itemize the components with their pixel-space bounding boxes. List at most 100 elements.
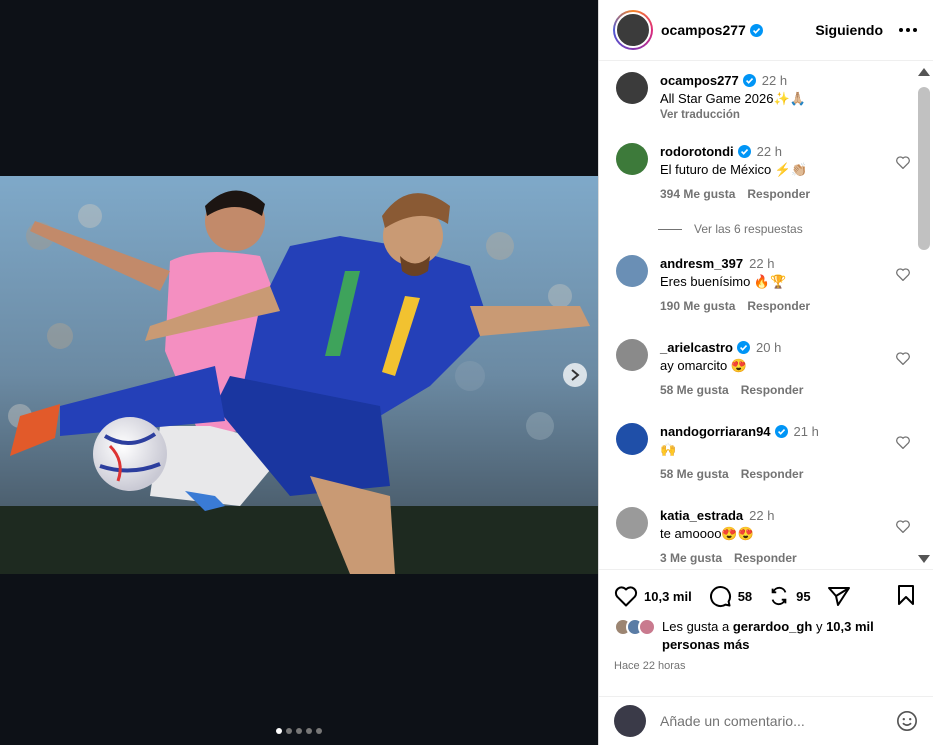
following-button[interactable]: Siguiendo (815, 22, 883, 38)
post-side-panel: ocampos277 Siguiendo ocampos277 22 h All … (598, 0, 933, 745)
liked-by-joiner: y (815, 619, 823, 634)
comment-like-count[interactable]: 58 Me gusta (660, 383, 729, 397)
comment-like-count[interactable]: 190 Me gusta (660, 299, 735, 313)
reply-button[interactable]: Responder (734, 551, 797, 565)
reply-button[interactable]: Responder (741, 467, 804, 481)
comment-item: nandogorriaran94 21 h 🙌 58 Me gusta Respon… (616, 423, 910, 481)
heart-icon[interactable] (895, 519, 911, 533)
carousel-dot (316, 728, 322, 734)
post-photo[interactable] (0, 176, 598, 574)
scrollbar-thumb[interactable] (918, 87, 930, 250)
carousel-next-button[interactable] (563, 363, 587, 387)
comment-item: katia_estrada 22 h te amoooo😍😍 3 Me gusta… (616, 507, 910, 565)
comment-text: 🙌 (660, 442, 677, 457)
view-replies-label: Ver las 6 respuestas (694, 222, 803, 236)
heart-icon (614, 586, 638, 607)
reply-button[interactable]: Responder (747, 187, 810, 201)
comment-text: El futuro de México ⚡️👏🏼 (660, 162, 808, 177)
comment-button[interactable]: 58 (708, 584, 752, 608)
comment-item: andresm_397 22 h Eres buenísimo 🔥🏆 190 Me… (616, 255, 910, 313)
comment-text: te amoooo😍😍 (660, 526, 754, 541)
comment-like-count[interactable]: 58 Me gusta (660, 467, 729, 481)
liked-by-text: Les gusta a gerardoo_gh y 10,3 mil perso… (662, 618, 918, 654)
comment-username[interactable]: nandogorriaran94 (660, 424, 771, 439)
translate-link[interactable]: Ver traducción (660, 109, 906, 121)
like-button[interactable]: 10,3 mil (614, 585, 692, 607)
verified-badge-icon (737, 145, 751, 158)
author-avatar[interactable] (613, 10, 653, 50)
caption-avatar[interactable] (616, 72, 648, 104)
comment-time: 21 h (793, 424, 819, 439)
comment-avatar[interactable] (616, 507, 648, 539)
comment-bubble-icon (709, 586, 731, 608)
media-pane (0, 0, 598, 745)
comment-time: 20 h (756, 340, 782, 355)
post-caption: ocampos277 22 h All Star Game 2026✨🙏🏼 Ver… (616, 72, 906, 121)
verified-badge-icon (749, 23, 763, 37)
comment-text: Eres buenísimo 🔥🏆 (660, 274, 787, 289)
comment-like-count[interactable]: 394 Me gusta (660, 187, 735, 201)
share-button[interactable] (827, 585, 851, 607)
comment-avatar[interactable] (616, 339, 648, 371)
liked-by-user[interactable]: gerardoo_gh (733, 619, 812, 634)
comment-avatar[interactable] (616, 423, 648, 455)
post-timestamp[interactable]: Hace 22 horas (614, 660, 686, 672)
post-header: ocampos277 Siguiendo (599, 0, 933, 61)
send-icon (827, 587, 850, 606)
reply-button[interactable]: Responder (747, 299, 810, 313)
comment-username[interactable]: katia_estrada (660, 508, 743, 523)
liked-by: Les gusta a gerardoo_gh y 10,3 mil perso… (614, 618, 918, 654)
repost-count: 95 (796, 588, 811, 604)
scroll-down-arrow[interactable] (918, 555, 930, 563)
comment-count: 58 (737, 588, 753, 604)
carousel-dot (286, 728, 292, 734)
liker-avatar (638, 618, 656, 636)
view-replies-button[interactable]: Ver las 6 respuestas (658, 222, 803, 236)
comment-time: 22 h (749, 256, 775, 271)
comment-item: rodorotondi 22 h El futuro de México ⚡️👏🏼… (616, 143, 910, 201)
more-options-icon[interactable] (899, 28, 919, 32)
repost-icon (771, 586, 787, 606)
liked-by-prefix: Les gusta a (662, 619, 730, 634)
add-comment-bar (599, 696, 933, 745)
verified-badge-icon (774, 425, 788, 438)
comment-input[interactable] (660, 713, 896, 729)
bookmark-icon (898, 584, 914, 605)
heart-icon[interactable] (895, 155, 911, 169)
caption-text: All Star Game 2026✨🙏🏼 (660, 91, 806, 106)
comment-username[interactable]: andresm_397 (660, 256, 743, 271)
heart-icon[interactable] (895, 351, 911, 365)
comment-time: 22 h (749, 508, 775, 523)
photo-illustration (0, 176, 598, 574)
comment-like-count[interactable]: 3 Me gusta (660, 551, 722, 565)
heart-icon[interactable] (895, 267, 911, 281)
comment-text: ay omarcito 😍 (660, 358, 747, 373)
caption-time: 22 h (761, 73, 788, 88)
repost-button[interactable]: 95 (768, 585, 811, 607)
comment-avatar[interactable] (616, 255, 648, 287)
comment-avatar[interactable] (616, 143, 648, 175)
liker-avatars (614, 618, 658, 636)
action-bar: 10,3 mil 58 95 (614, 583, 916, 609)
verified-badge-icon (742, 74, 756, 87)
save-button[interactable] (896, 584, 916, 609)
comment-item: _arielcastro 20 h ay omarcito 😍 58 Me gus… (616, 339, 910, 397)
carousel-dot (306, 728, 312, 734)
heart-icon[interactable] (895, 435, 911, 449)
carousel-dot (296, 728, 302, 734)
emoji-icon[interactable] (896, 710, 918, 732)
like-count: 10,3 mil (644, 588, 692, 604)
verified-badge-icon (737, 341, 750, 354)
author-username[interactable]: ocampos277 (661, 22, 746, 38)
comment-username[interactable]: _arielcastro (660, 340, 733, 355)
chevron-right-icon (571, 369, 580, 381)
reply-button[interactable]: Responder (741, 383, 804, 397)
comment-username[interactable]: rodorotondi (660, 144, 734, 159)
carousel-dot-active (276, 728, 282, 734)
carousel-indicator (276, 728, 322, 734)
comment-time: 22 h (756, 144, 782, 159)
caption-username[interactable]: ocampos277 (660, 73, 739, 88)
comments-list[interactable]: ocampos277 22 h All Star Game 2026✨🙏🏼 Ver… (599, 62, 933, 570)
scroll-up-arrow[interactable] (918, 68, 930, 76)
current-user-avatar (614, 705, 646, 737)
